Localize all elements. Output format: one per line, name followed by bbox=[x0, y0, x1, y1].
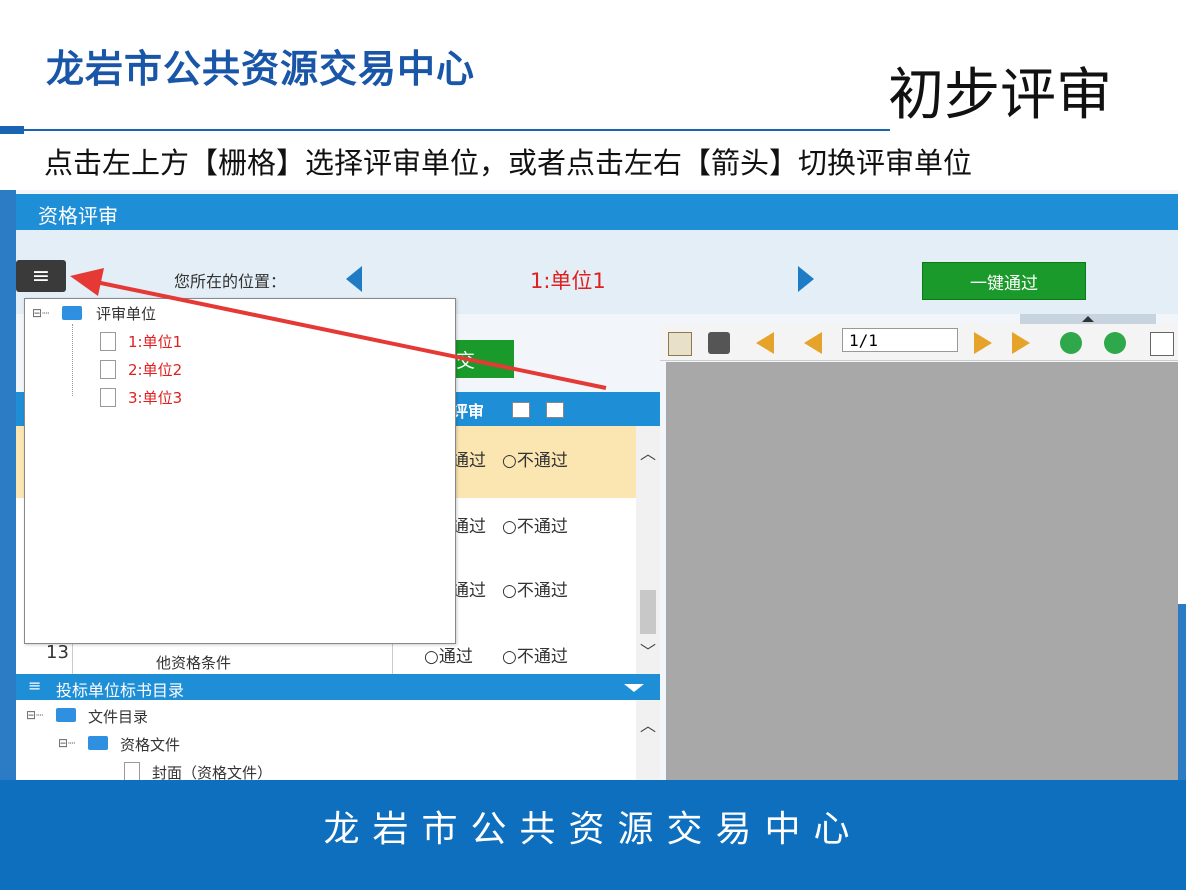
app-title: 资格评审 bbox=[38, 204, 118, 228]
print-icon[interactable] bbox=[708, 332, 730, 354]
prev-page-icon[interactable] bbox=[804, 332, 822, 354]
slide-title: 初步评审 bbox=[888, 63, 1112, 128]
document-icon bbox=[100, 388, 116, 407]
org-title: 龙岩市公共资源交易中心 bbox=[46, 47, 476, 91]
scroll-thumb[interactable] bbox=[640, 590, 656, 634]
folder-icon bbox=[88, 736, 108, 750]
menu-icon: ≡ bbox=[28, 676, 42, 695]
pass-radio[interactable]: 通过 bbox=[452, 512, 486, 537]
last-page-icon[interactable] bbox=[1012, 332, 1030, 354]
tree-collapse-icon[interactable]: ⊟┈ bbox=[26, 708, 43, 722]
fail-radio[interactable]: ○不通过 bbox=[502, 446, 568, 471]
tree-collapse-icon[interactable]: ⊟┈ bbox=[58, 736, 75, 750]
page-number-input[interactable] bbox=[842, 328, 958, 352]
tree-collapse-icon[interactable]: ⊟┈ bbox=[32, 306, 49, 320]
fail-radio[interactable]: ○不通过 bbox=[502, 642, 568, 667]
open-document-icon[interactable] bbox=[668, 332, 692, 356]
unit-tree-root[interactable]: 评审单位 bbox=[96, 303, 156, 324]
next-page-icon[interactable] bbox=[974, 332, 992, 354]
unit-tree-item[interactable]: 3:单位3 bbox=[128, 387, 182, 408]
collapse-triangle-icon[interactable] bbox=[624, 684, 644, 692]
forward-icon[interactable] bbox=[1104, 332, 1126, 354]
pass-radio[interactable]: 通过 bbox=[452, 576, 486, 601]
hamburger-icon: ≡ bbox=[31, 263, 51, 289]
current-unit-name: 1:单位1 bbox=[530, 269, 606, 293]
first-page-icon[interactable] bbox=[756, 332, 774, 354]
tree-node-document[interactable]: 封面（资格文件） bbox=[152, 762, 272, 780]
row-description: 他资格条件 bbox=[156, 654, 232, 672]
unit-tree-popup bbox=[24, 298, 456, 644]
right-decoration-strip bbox=[1178, 604, 1186, 780]
check-all-fail-icon[interactable] bbox=[546, 402, 564, 418]
fail-radio[interactable]: ○不通过 bbox=[502, 512, 568, 537]
catalog-title: 投标单位标书目录 bbox=[56, 681, 185, 700]
folder-icon bbox=[62, 306, 82, 320]
check-all-pass-icon[interactable] bbox=[512, 402, 530, 418]
location-label: 您所在的位置： bbox=[174, 272, 287, 291]
pass-all-button[interactable]: 一键通过 bbox=[922, 262, 1086, 300]
document-icon bbox=[100, 360, 116, 379]
chevron-down-icon[interactable]: ﹀ bbox=[640, 638, 656, 662]
footer-text: 龙岩市公共资源交易中心 bbox=[323, 809, 863, 850]
tree-connector bbox=[72, 324, 74, 396]
unit-tree-item[interactable]: 2:单位2 bbox=[128, 359, 182, 380]
grid-menu-button[interactable]: ≡ bbox=[16, 260, 66, 292]
back-icon[interactable] bbox=[1060, 332, 1082, 354]
document-icon bbox=[124, 762, 140, 780]
app-header: 资格评审 bbox=[16, 194, 1178, 230]
prev-unit-arrow-icon[interactable] bbox=[346, 266, 362, 292]
fail-radio[interactable]: ○不通过 bbox=[502, 576, 568, 601]
next-unit-arrow-icon[interactable] bbox=[798, 266, 814, 292]
accent-line bbox=[24, 129, 890, 131]
row-number: 13 bbox=[46, 642, 69, 663]
accent-block bbox=[0, 126, 24, 134]
tree-node-root[interactable]: 文件目录 bbox=[88, 706, 148, 727]
instruction-text: 点击左上方【栅格】选择评审单位，或者点击左右【箭头】切换评审单位 bbox=[44, 146, 973, 180]
app-window: 资格评审 ≡ 您所在的位置： 1:单位1 一键通过 交 评审 通过 ○不通过 通… bbox=[16, 190, 1178, 780]
document-viewer[interactable] bbox=[666, 362, 1178, 780]
submit-button[interactable]: 交 bbox=[450, 340, 514, 378]
chevron-up-icon[interactable]: ︿ bbox=[640, 712, 656, 736]
review-column-header: 评审 bbox=[452, 402, 485, 421]
fit-page-icon[interactable] bbox=[1150, 332, 1174, 356]
folder-icon bbox=[56, 708, 76, 722]
pass-radio[interactable]: 通过 bbox=[452, 446, 486, 471]
tree-node-folder[interactable]: 资格文件 bbox=[120, 734, 180, 755]
chevron-up-icon[interactable]: ︿ bbox=[640, 440, 656, 464]
pass-radio[interactable]: ○通过 bbox=[424, 642, 473, 667]
unit-tree-item[interactable]: 1:单位1 bbox=[128, 331, 182, 352]
left-decoration-strip bbox=[0, 190, 16, 780]
document-icon bbox=[100, 332, 116, 351]
